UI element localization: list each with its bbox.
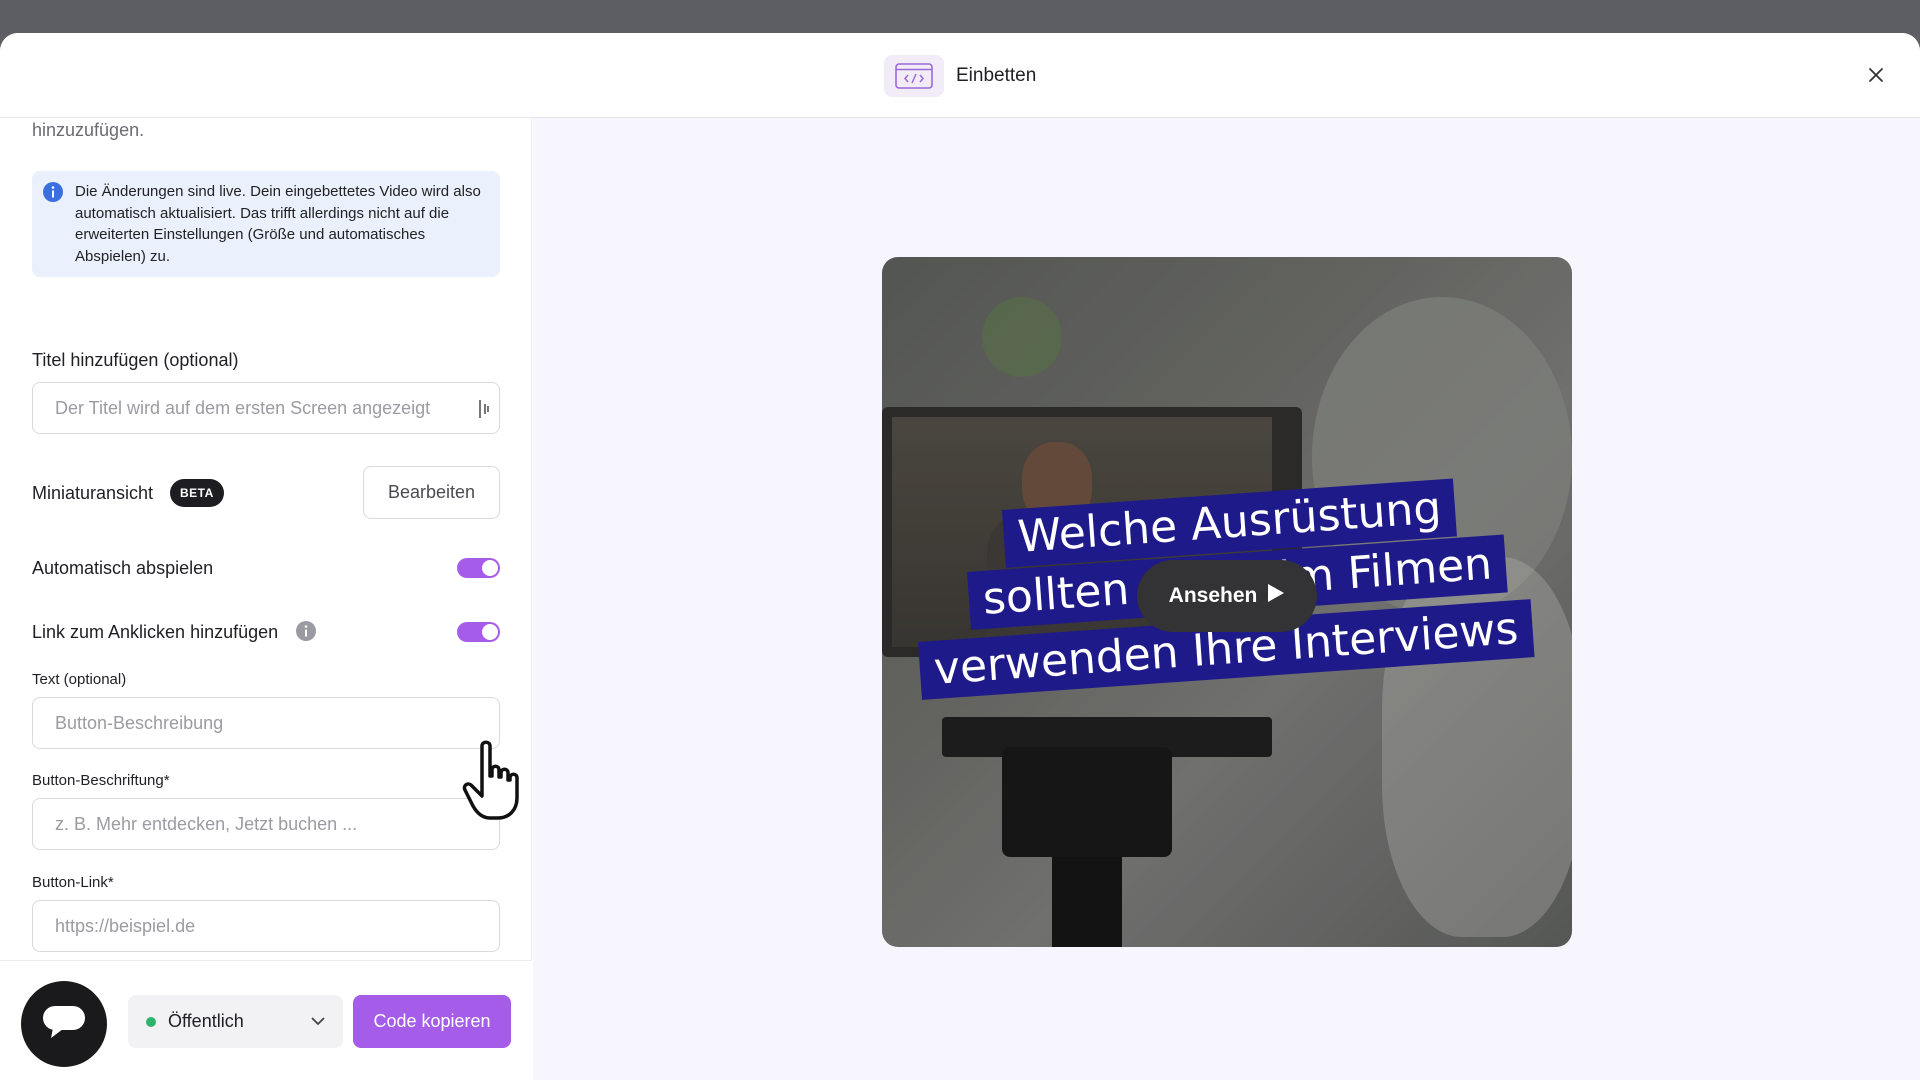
button-link-label: Button-Link* (32, 874, 114, 891)
button-description-input[interactable]: Button-Beschreibung (32, 697, 500, 749)
video-preview[interactable]: Welche Ausrüstung sollten Sie beim Filme… (882, 257, 1572, 947)
watch-button[interactable]: Ansehen (1137, 560, 1317, 632)
visibility-select[interactable]: Öffentlich (128, 995, 343, 1048)
title-label: Titel hinzufügen (optional) (32, 350, 239, 370)
copy-code-button[interactable]: Code kopieren (353, 995, 511, 1048)
info-icon (43, 182, 63, 209)
toggle-knob (482, 624, 498, 640)
text-cursor-icon (477, 399, 491, 424)
beta-badge: BETA (170, 479, 224, 507)
button-description-placeholder: Button-Beschreibung (55, 712, 224, 733)
toggle-knob (482, 560, 498, 576)
live-changes-notice: Die Änderungen sind live. Dein eingebett… (32, 171, 500, 277)
clickable-link-toggle[interactable] (457, 622, 500, 642)
info-icon[interactable] (296, 621, 316, 646)
thumbnail-label: Miniaturansicht (32, 483, 154, 503)
text-optional-label: Text (optional) (32, 671, 127, 688)
button-caption-label: Button-Beschriftung* (32, 772, 170, 789)
description-text-tail: hinzuzufügen. (32, 120, 145, 140)
watch-button-label: Ansehen (1168, 584, 1258, 607)
modal-title: Einbetten (956, 65, 1037, 86)
notice-text: Die Änderungen sind live. Dein eingebett… (75, 183, 481, 265)
hand-pointer-cursor (462, 740, 528, 827)
close-icon[interactable] (1862, 61, 1890, 89)
edit-thumbnail-button[interactable]: Bearbeiten (363, 466, 500, 519)
visibility-value: Öffentlich (168, 1011, 244, 1031)
settings-panel: hinzuzufügen. Die Änderungen sind live. … (0, 118, 532, 1080)
autoplay-toggle[interactable] (457, 558, 500, 578)
chat-icon (41, 1004, 87, 1045)
play-icon (1267, 583, 1285, 609)
title-input[interactable]: Der Titel wird auf dem ersten Screen ang… (32, 382, 500, 434)
modal-header: Einbetten (0, 33, 1920, 118)
embed-code-icon (884, 55, 944, 97)
backdrop (0, 0, 1920, 34)
clickable-link-label: Link zum Anklicken hinzufügen (32, 622, 279, 642)
button-caption-input[interactable]: z. B. Mehr entdecken, Jetzt buchen ... (32, 798, 500, 850)
modal-title-group: Einbetten (884, 55, 1036, 97)
title-input-placeholder: Der Titel wird auf dem ersten Screen ang… (55, 397, 431, 418)
chat-launcher[interactable] (21, 981, 107, 1067)
chevron-down-icon (311, 1013, 325, 1031)
button-caption-placeholder: z. B. Mehr entdecken, Jetzt buchen ... (55, 813, 358, 834)
button-link-input[interactable]: https://beispiel.de (32, 900, 500, 952)
autoplay-label: Automatisch abspielen (32, 558, 214, 578)
status-dot (146, 1016, 156, 1027)
button-link-placeholder: https://beispiel.de (55, 915, 196, 936)
